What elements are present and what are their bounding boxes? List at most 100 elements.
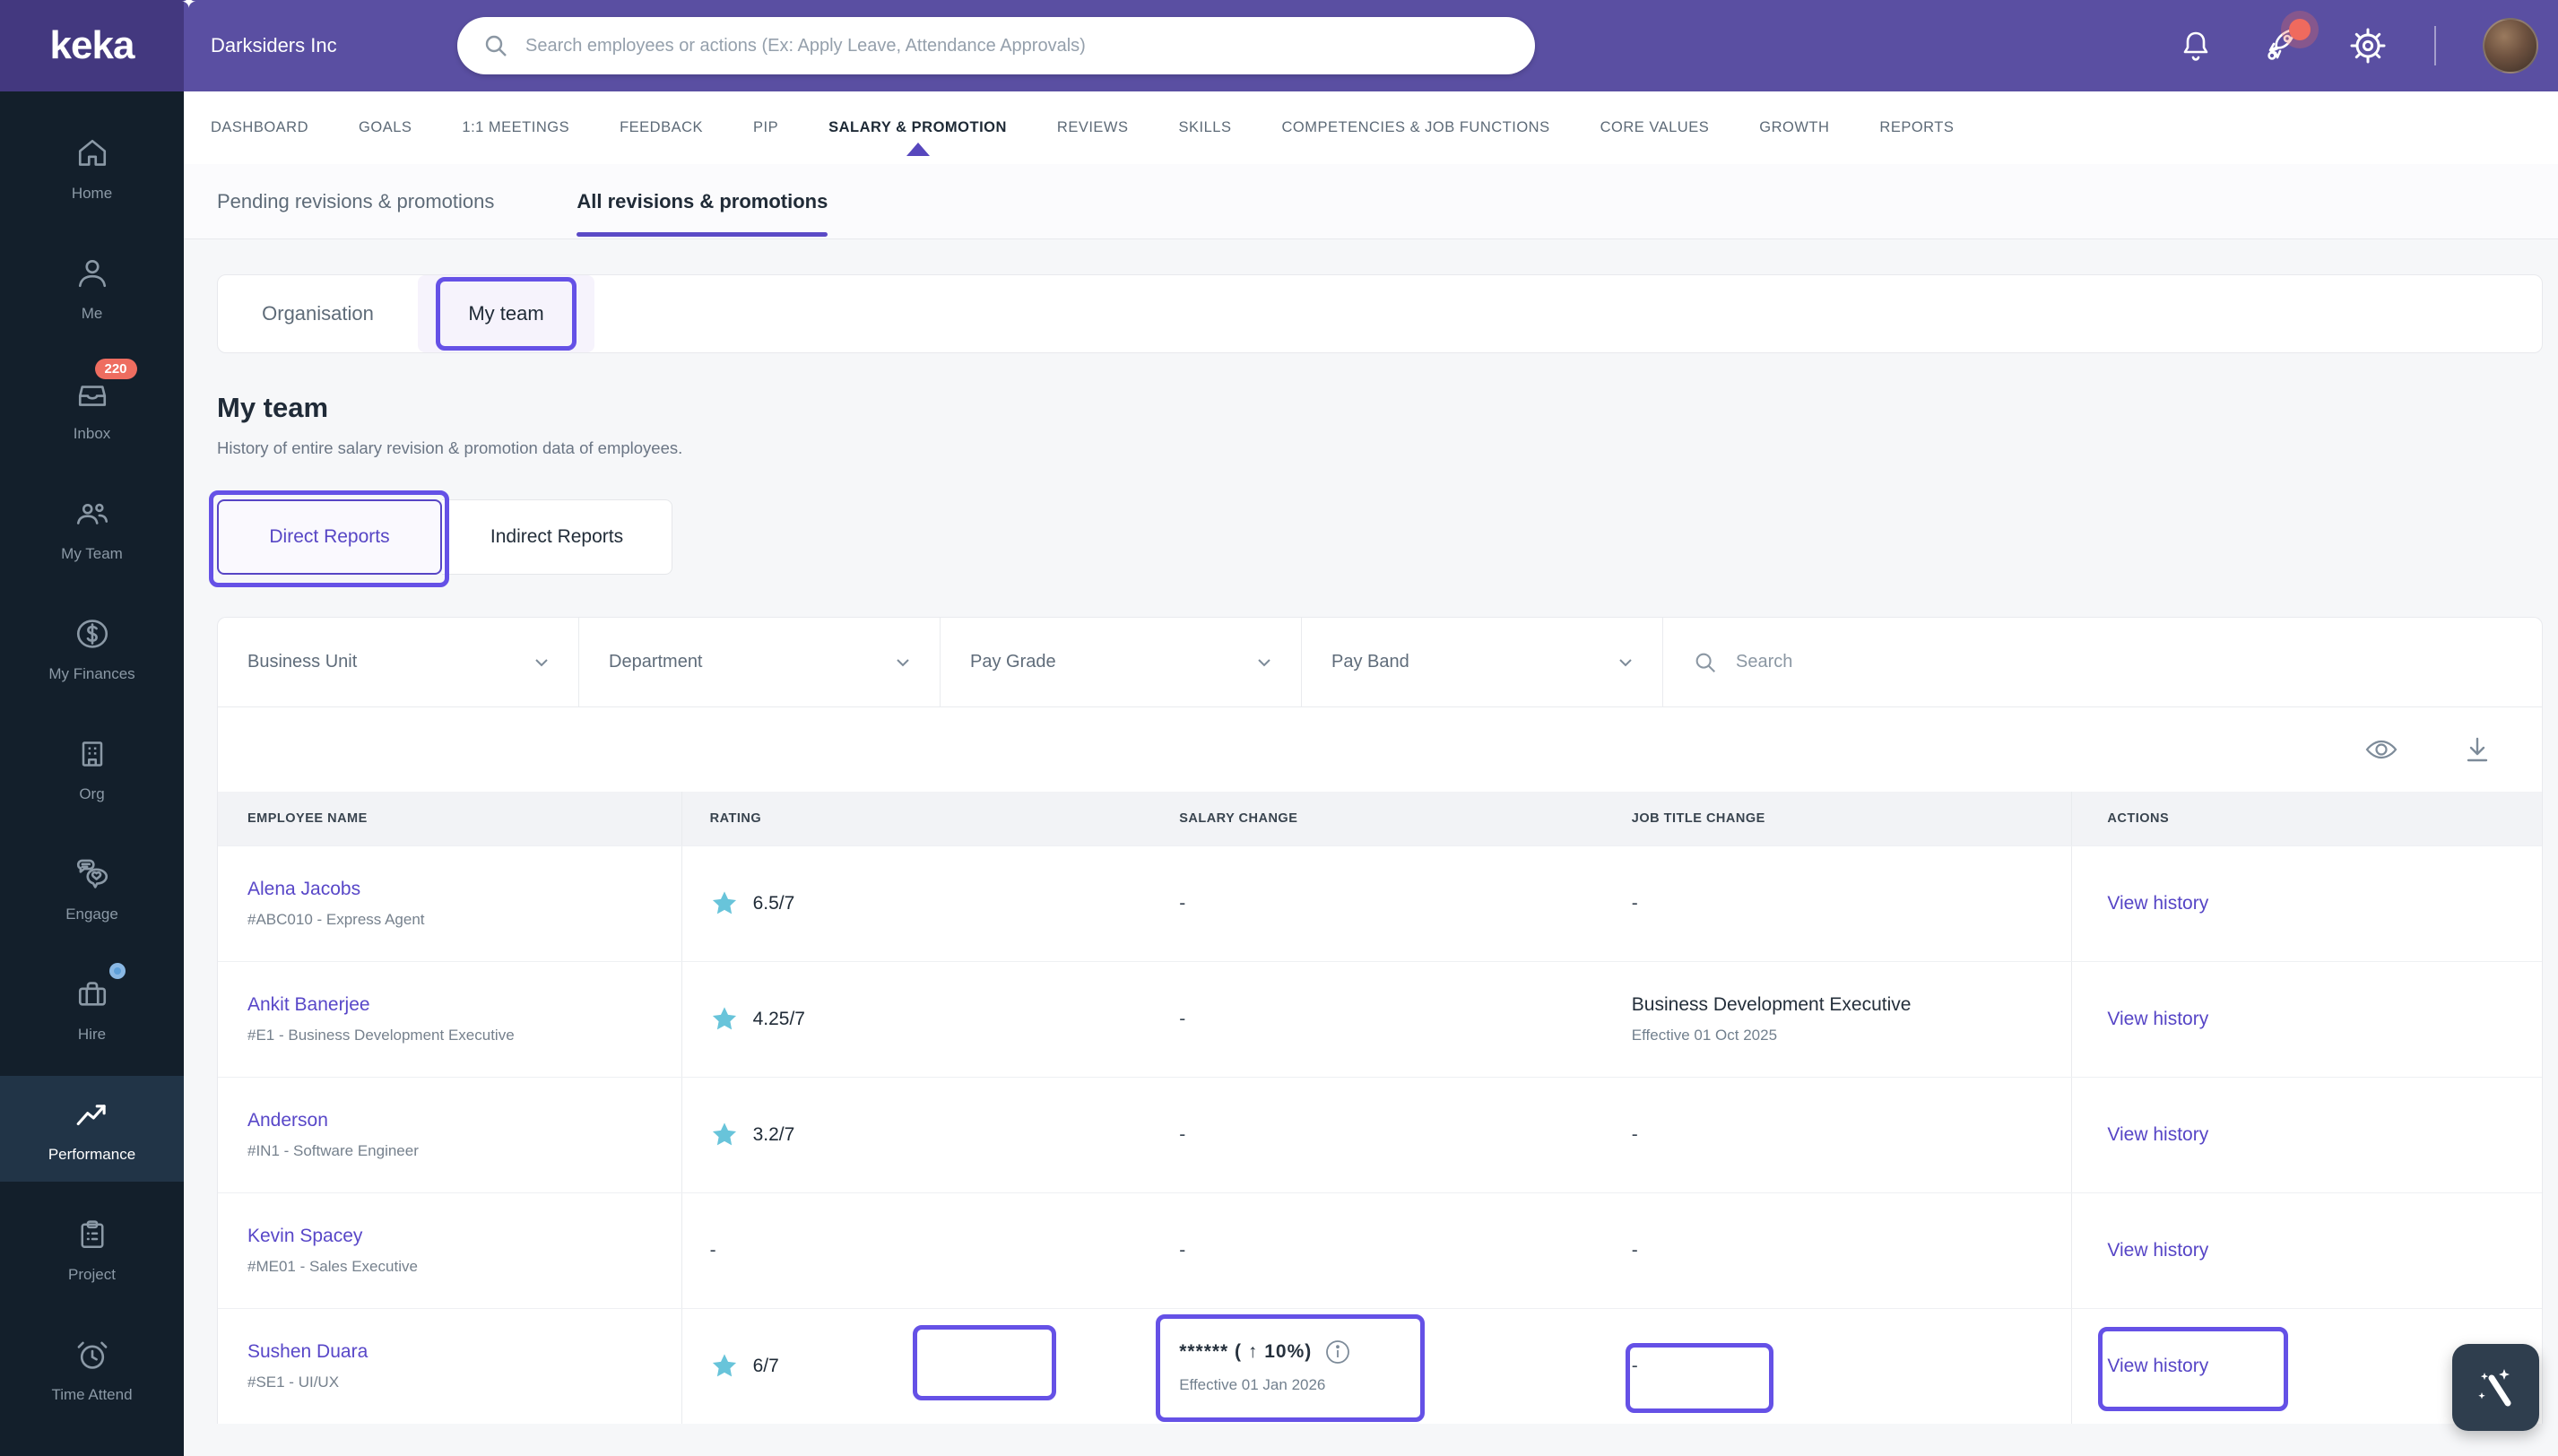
search-icon bbox=[485, 35, 507, 56]
rating-value: 6.5/7 bbox=[752, 893, 795, 914]
inbox-tray-icon bbox=[78, 386, 106, 406]
page-title: My team bbox=[217, 392, 329, 423]
col-salary-change: SALARY CHANGE bbox=[1179, 811, 1298, 826]
col-employee-name: EMPLOYEE NAME bbox=[247, 811, 368, 826]
whats-new-rocket-icon[interactable] bbox=[2262, 19, 2311, 65]
team-icon bbox=[76, 503, 108, 524]
report-type-buttons: Direct Reports Indirect Reports bbox=[209, 490, 2543, 587]
view-history-link[interactable]: View history bbox=[2107, 1240, 2208, 1261]
rating-value: 4.25/7 bbox=[752, 1009, 805, 1029]
pay-grade-dropdown[interactable]: Pay Grade bbox=[941, 618, 1302, 706]
download-icon[interactable] bbox=[2461, 733, 2493, 766]
nav-pip[interactable]: PIP bbox=[753, 119, 778, 136]
sidebar-item-org[interactable]: Org bbox=[0, 715, 184, 821]
department-dropdown[interactable]: Department bbox=[579, 618, 941, 706]
rocket-notification-dot bbox=[2289, 19, 2311, 40]
employee-code: #IN1 - Software Engineer bbox=[247, 1142, 419, 1159]
sidebar-item-my-team[interactable]: My Team bbox=[0, 475, 184, 581]
engage-chat-icon bbox=[76, 859, 108, 888]
sidebar-item-my-finances[interactable]: My Finances bbox=[0, 595, 184, 701]
employee-name-link[interactable]: Alena Jacobs bbox=[247, 879, 360, 900]
nav-1-1-meetings[interactable]: 1:1 MEETINGS bbox=[462, 119, 569, 136]
magic-wand-button[interactable] bbox=[2452, 1344, 2539, 1431]
indirect-reports-button[interactable]: Indirect Reports bbox=[442, 499, 672, 575]
nav-skills[interactable]: SKILLS bbox=[1179, 119, 1232, 136]
sidebar-item-inbox[interactable]: 220 Inbox bbox=[0, 355, 184, 461]
salary-change-value: - bbox=[1179, 1124, 1186, 1145]
salary-change-value: ****** ( ↑ 10%) bbox=[1179, 1341, 1313, 1362]
employee-name-link[interactable]: Sushen Duara bbox=[247, 1341, 368, 1363]
nav-dashboard[interactable]: DASHBOARD bbox=[211, 119, 308, 136]
nav-feedback[interactable]: FEEDBACK bbox=[620, 119, 703, 136]
employee-name-link[interactable]: Kevin Spacey bbox=[247, 1226, 362, 1247]
sidebar-item-project[interactable]: Project bbox=[0, 1196, 184, 1302]
employee-code: #SE1 - UI/UX bbox=[247, 1374, 340, 1391]
nav-growth[interactable]: GROWTH bbox=[1759, 119, 1829, 136]
table-header: EMPLOYEE NAME RATING SALARY CHANGE JOB T… bbox=[218, 792, 2542, 845]
sidebar-item-engage[interactable]: Engage bbox=[0, 836, 184, 941]
revisions-table-card: Business Unit Department Pay Grade Pay B… bbox=[217, 617, 2543, 1424]
rating-value: 6/7 bbox=[752, 1356, 779, 1376]
nav-core-values[interactable]: CORE VALUES bbox=[1600, 119, 1710, 136]
employee-code: #E1 - Business Development Executive bbox=[247, 1027, 515, 1044]
nav-reviews[interactable]: REVIEWS bbox=[1057, 119, 1129, 136]
nav-salary-promotion[interactable]: SALARY & PROMOTION bbox=[828, 119, 1007, 156]
nav-reports[interactable]: REPORTS bbox=[1879, 119, 1954, 136]
user-avatar[interactable] bbox=[2483, 18, 2538, 74]
column-visibility-eye-icon[interactable] bbox=[2364, 732, 2398, 767]
dollar-circle-icon bbox=[76, 620, 108, 648]
clipboard-icon bbox=[81, 1220, 103, 1248]
chevron-down-icon bbox=[535, 658, 548, 666]
star-icon bbox=[712, 1007, 736, 1030]
col-job-title-change: JOB TITLE CHANGE bbox=[1631, 811, 1765, 826]
toggle-my-team[interactable]: My team bbox=[418, 275, 594, 352]
table-row: Kevin Spacey #ME01 - Sales Executive - -… bbox=[218, 1192, 2542, 1308]
topbar-actions bbox=[2176, 0, 2558, 91]
home-icon bbox=[78, 139, 106, 166]
building-icon bbox=[82, 741, 102, 767]
logo-spark-icon: ✦ bbox=[181, 0, 196, 13]
view-history-link[interactable]: View history bbox=[2107, 893, 2208, 914]
sidebar-item-time-attend[interactable]: Time Attend bbox=[0, 1316, 184, 1422]
view-history-link[interactable]: View history bbox=[2107, 1356, 2208, 1377]
global-search[interactable] bbox=[457, 17, 1535, 74]
magic-wand-icon bbox=[2477, 1368, 2510, 1406]
table-search[interactable] bbox=[1663, 618, 2542, 706]
top-bar: keka ✦ Darksiders Inc bbox=[0, 0, 2558, 91]
job-title-change-value: - bbox=[1631, 1356, 1638, 1376]
table-row: Sushen Duara #SE1 - UI/UX 6/7 ****** ( ↑… bbox=[218, 1308, 2542, 1424]
direct-reports-button[interactable]: Direct Reports bbox=[217, 499, 442, 575]
view-history-link[interactable]: View history bbox=[2107, 1009, 2208, 1030]
nav-goals[interactable]: GOALS bbox=[359, 119, 412, 136]
settings-gear-icon[interactable] bbox=[2348, 26, 2388, 65]
employee-name-link[interactable]: Anderson bbox=[247, 1110, 328, 1131]
tab-all-revisions[interactable]: All revisions & promotions bbox=[577, 190, 828, 237]
job-title-effective-date: Effective 01 Oct 2025 bbox=[1631, 1027, 1778, 1044]
table-search-input[interactable] bbox=[1736, 652, 2515, 672]
salary-change-value: - bbox=[1179, 1240, 1186, 1261]
sidebar-item-performance[interactable]: Performance bbox=[0, 1076, 184, 1182]
business-unit-dropdown[interactable]: Business Unit bbox=[218, 618, 579, 706]
global-search-input[interactable] bbox=[525, 35, 1510, 56]
star-icon bbox=[712, 1122, 736, 1146]
view-history-link[interactable]: View history bbox=[2107, 1124, 2208, 1146]
sidebar-item-hire[interactable]: Hire bbox=[0, 956, 184, 1062]
sidebar-item-me[interactable]: Me bbox=[0, 235, 184, 341]
employee-name-link[interactable]: Ankit Banerjee bbox=[247, 994, 370, 1016]
notifications-bell-icon[interactable] bbox=[2176, 26, 2215, 65]
nav-competencies[interactable]: COMPETENCIES & JOB FUNCTIONS bbox=[1281, 119, 1549, 136]
table-tools bbox=[218, 707, 2542, 792]
content: Organisation My team My team History of … bbox=[184, 274, 2558, 1424]
app-screen: keka ✦ Darksiders Inc Search employees o… bbox=[0, 0, 2558, 1456]
job-title-change-value: - bbox=[1631, 1124, 1638, 1145]
keka-logo[interactable]: keka ✦ bbox=[0, 0, 196, 91]
toggle-organisation[interactable]: Organisation bbox=[218, 275, 418, 352]
tab-pending-revisions[interactable]: Pending revisions & promotions bbox=[217, 190, 494, 213]
pay-band-dropdown[interactable]: Pay Band bbox=[1302, 618, 1663, 706]
briefcase-icon bbox=[78, 982, 106, 1006]
info-icon[interactable] bbox=[1324, 1339, 1351, 1365]
sidebar-item-home[interactable]: Home bbox=[0, 115, 184, 221]
salary-change-value: - bbox=[1179, 1009, 1186, 1029]
star-icon bbox=[712, 891, 736, 914]
active-subtab-underline bbox=[577, 231, 828, 237]
